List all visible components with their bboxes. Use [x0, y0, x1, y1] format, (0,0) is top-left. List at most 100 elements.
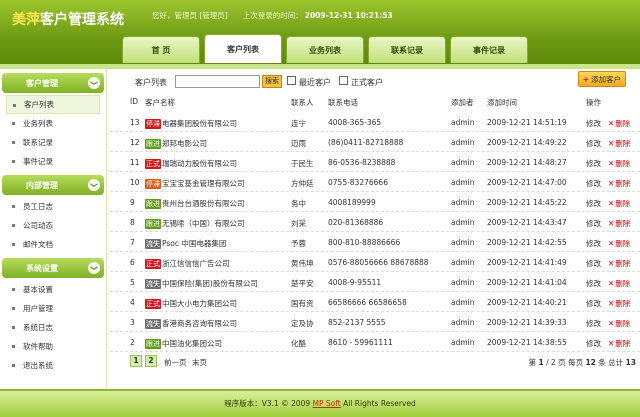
- delete-label: 删除: [615, 239, 631, 248]
- delete-link[interactable]: ✕删除: [608, 198, 630, 209]
- customer-name-cell[interactable]: 流失 香港商务咨询有限公司: [145, 318, 237, 329]
- edit-link[interactable]: 修改: [586, 318, 601, 329]
- chevron-down-icon[interactable]: ❯: [88, 262, 100, 274]
- edit-link[interactable]: 修改: [586, 338, 601, 349]
- customer-name-cell[interactable]: 停滞 宝宝宝基金管理有限公司: [145, 178, 245, 189]
- status-badge: 流失: [145, 319, 161, 329]
- last-page-link[interactable]: 末页: [192, 357, 207, 368]
- delete-label: 删除: [615, 199, 631, 208]
- delete-icon: ✕: [608, 259, 615, 268]
- page-2-button[interactable]: 2: [145, 355, 157, 367]
- customer-name-cell[interactable]: 跟进 郑邦电影公司: [145, 138, 207, 149]
- delete-link[interactable]: ✕删除: [608, 318, 630, 329]
- customer-name-cell[interactable]: 流失 中国保险(集团)股份有限公司: [145, 278, 258, 289]
- sidebar-item-mail-docs[interactable]: 邮件文档: [6, 235, 100, 254]
- customer-name[interactable]: 瑞瑞动力股份有限公司: [162, 159, 237, 168]
- sidebar-section-customer-management[interactable]: 客户管理 ❯: [2, 73, 104, 93]
- tab-business-list[interactable]: 业务列表: [286, 36, 364, 63]
- edit-link[interactable]: 修改: [586, 238, 601, 249]
- customer-name[interactable]: 中国大小电力集团公司: [162, 299, 237, 308]
- delete-link[interactable]: ✕删除: [608, 158, 630, 169]
- customer-name[interactable]: 电器集团股份有限公司: [162, 119, 237, 128]
- sidebar-item-contact-records[interactable]: 联系记录: [6, 133, 100, 152]
- customer-name[interactable]: 贵州台台酒股份有限公司: [162, 199, 245, 208]
- contact-phone: (86)0411-82718888: [328, 138, 404, 147]
- customer-name-cell[interactable]: 正式 瑞瑞动力股份有限公司: [145, 158, 237, 169]
- sidebar-section-title: 内部管理: [26, 180, 58, 190]
- delete-link[interactable]: ✕删除: [608, 338, 630, 349]
- row-id: 3: [130, 318, 135, 327]
- customer-name-cell[interactable]: 跟进 中国油化集团公司: [145, 338, 222, 349]
- delete-icon: ✕: [608, 159, 615, 168]
- chevron-down-icon[interactable]: ❯: [88, 179, 100, 191]
- search-button[interactable]: 搜索: [262, 75, 282, 88]
- sidebar-section-system-settings[interactable]: 系统设置 ❯: [2, 258, 104, 278]
- tab-home[interactable]: 首 页: [122, 36, 200, 63]
- customer-name[interactable]: 中国油化集团公司: [162, 339, 222, 348]
- tab-customer-list[interactable]: 客户列表: [204, 34, 282, 63]
- delete-link[interactable]: ✕删除: [608, 238, 630, 249]
- sidebar-item-company-news[interactable]: 公司动态: [6, 216, 100, 235]
- customer-name[interactable]: Psoc 中国电器集团: [162, 239, 226, 248]
- customer-name[interactable]: 无锡嗦（中国）有限公司: [162, 219, 245, 228]
- delete-link[interactable]: ✕删除: [608, 178, 630, 189]
- added-by: admin: [451, 298, 475, 307]
- sidebar-item-logout[interactable]: 退出系统: [6, 356, 100, 375]
- added-time: 2009-12-21 14:49:22: [487, 138, 567, 147]
- sidebar-item-business-list[interactable]: 业务列表: [6, 114, 100, 133]
- customer-name-cell[interactable]: 跟进 贵州台台酒股份有限公司: [145, 198, 245, 209]
- edit-link[interactable]: 修改: [586, 218, 601, 229]
- edit-link[interactable]: 修改: [586, 258, 601, 269]
- row-id: 13: [130, 118, 140, 127]
- delete-link[interactable]: ✕删除: [608, 218, 630, 229]
- sidebar-item-staff-log[interactable]: 员工日志: [6, 197, 100, 216]
- contact-phone: 800-810-88886666: [328, 238, 401, 247]
- edit-link[interactable]: 修改: [586, 158, 601, 169]
- customer-name[interactable]: 宝宝宝基金管理有限公司: [162, 179, 245, 188]
- customer-name-cell[interactable]: 正式 浙江信信信广告公司: [145, 258, 230, 269]
- customer-name-cell[interactable]: 流失 Psoc 中国电器集团: [145, 238, 226, 249]
- customer-name[interactable]: 浙江信信信广告公司: [162, 259, 230, 268]
- customer-name-cell[interactable]: 跟进 无锡嗦（中国）有限公司: [145, 218, 245, 229]
- added-time: 2009-12-21 14:39:33: [487, 318, 567, 327]
- tab-event-records[interactable]: 事件记录: [450, 36, 528, 63]
- edit-link[interactable]: 修改: [586, 278, 601, 289]
- sidebar-item-user-management[interactable]: 用户管理: [6, 299, 100, 318]
- delete-link[interactable]: ✕删除: [608, 118, 630, 129]
- sidebar-section-internal-management[interactable]: 内部管理 ❯: [2, 175, 104, 195]
- edit-link[interactable]: 修改: [586, 178, 601, 189]
- col-actions: 操作: [586, 98, 601, 107]
- added-time: 2009-12-21 14:43:47: [487, 218, 567, 227]
- delete-link[interactable]: ✕删除: [608, 138, 630, 149]
- add-customer-button[interactable]: + 添加客户: [578, 71, 626, 87]
- customer-name[interactable]: 香港商务咨询有限公司: [162, 319, 237, 328]
- edit-link[interactable]: 修改: [586, 298, 601, 309]
- sidebar-item-basic-settings[interactable]: 基本设置: [6, 280, 100, 299]
- formal-customer-checkbox[interactable]: [339, 76, 348, 85]
- page-1-button[interactable]: 1: [130, 355, 142, 367]
- table-row: 4 正式 中国大小电力集团公司 国有资 66586666 66586658 admin 20…: [110, 292, 640, 312]
- delete-icon: ✕: [608, 139, 615, 148]
- sidebar-item-software-help[interactable]: 软件帮助: [6, 337, 100, 356]
- edit-link[interactable]: 修改: [586, 118, 601, 129]
- edit-link[interactable]: 修改: [586, 138, 601, 149]
- edit-link[interactable]: 修改: [586, 198, 601, 209]
- customer-name[interactable]: 郑邦电影公司: [162, 139, 207, 148]
- sidebar-item-event-records[interactable]: 事件记录: [6, 152, 100, 171]
- sidebar-item-customer-list[interactable]: 客户列表: [6, 95, 100, 114]
- recent-customer-checkbox[interactable]: [287, 76, 296, 85]
- sidebar-item-system-log[interactable]: 系统日志: [6, 318, 100, 337]
- customer-name[interactable]: 中国保险(集团)股份有限公司: [162, 279, 258, 288]
- delete-link[interactable]: ✕删除: [608, 278, 630, 289]
- prev-page-link[interactable]: 前一页: [164, 357, 187, 368]
- bullet-icon: [12, 345, 15, 348]
- tab-contact-records[interactable]: 联系记录: [368, 36, 446, 63]
- brand-link[interactable]: MP Soft: [313, 399, 341, 408]
- contact-person: 务中: [291, 199, 306, 208]
- customer-name-cell[interactable]: 停滞 电器集团股份有限公司: [145, 118, 237, 129]
- delete-link[interactable]: ✕删除: [608, 258, 630, 269]
- delete-link[interactable]: ✕删除: [608, 298, 630, 309]
- chevron-down-icon[interactable]: ❯: [88, 77, 100, 89]
- customer-name-cell[interactable]: 正式 中国大小电力集团公司: [145, 298, 237, 309]
- search-input[interactable]: [175, 75, 260, 88]
